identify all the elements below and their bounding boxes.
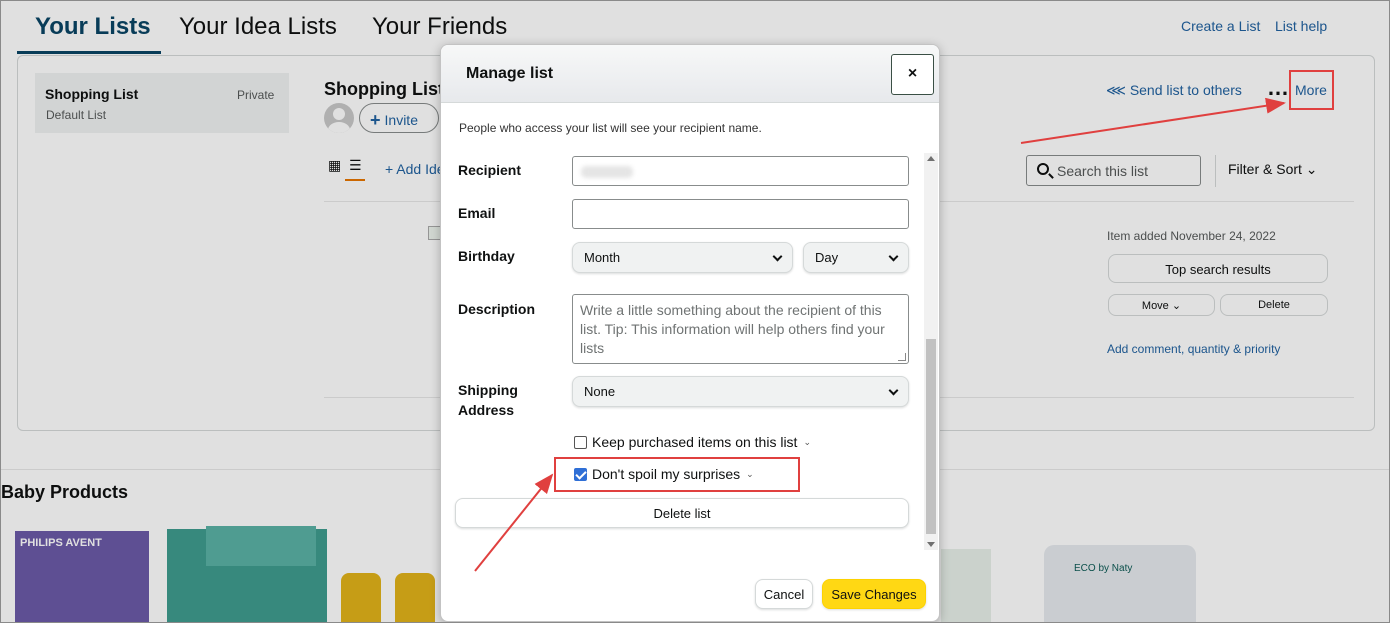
annotation-arrows	[474, 97, 1286, 572]
arrow-to-more	[1020, 97, 1286, 144]
screenshot-frame: Your Lists Your Idea Lists Your Friends …	[0, 0, 1390, 623]
arrow-to-dont-spoil	[474, 473, 554, 572]
